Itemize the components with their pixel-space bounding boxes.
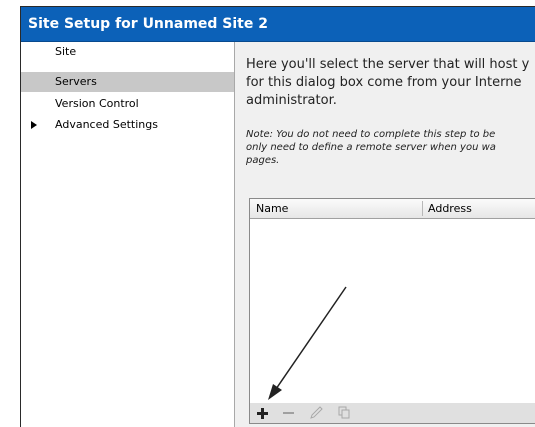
- column-divider[interactable]: [422, 201, 423, 216]
- column-header-name[interactable]: Name: [256, 202, 288, 215]
- site-setup-dialog: Site Setup for Unnamed Site 2 Site Serve…: [20, 6, 535, 427]
- sidebar-item-label: Advanced Settings: [55, 118, 158, 131]
- duplicate-icon: [338, 406, 350, 419]
- servers-description: Here you'll select the server that will …: [246, 57, 530, 108]
- sidebar-item-version-control[interactable]: Version Control: [21, 94, 234, 114]
- sidebar-item-advanced-settings[interactable]: Advanced Settings: [21, 115, 234, 135]
- servers-note: Note: You do not need to complete this s…: [246, 129, 496, 166]
- sidebar-item-servers[interactable]: Servers: [21, 72, 234, 92]
- duplicate-server-button[interactable]: [336, 405, 354, 421]
- category-sidebar: Site Servers Version Control Advanced Se…: [21, 42, 235, 427]
- dialog-title: Site Setup for Unnamed Site 2: [28, 16, 268, 32]
- title-bar: Site Setup for Unnamed Site 2: [21, 7, 535, 42]
- pencil-icon: [310, 406, 323, 419]
- server-list-table[interactable]: Name Address: [249, 198, 535, 405]
- server-list-toolbar: [249, 403, 535, 424]
- sidebar-item-label: Site: [55, 45, 77, 58]
- plus-icon-stem: [261, 408, 264, 419]
- table-header: Name Address: [250, 199, 535, 219]
- sidebar-item-label: Version Control: [55, 97, 139, 110]
- column-header-address[interactable]: Address: [428, 202, 472, 215]
- sidebar-item-site[interactable]: Site: [21, 42, 234, 62]
- remove-server-button[interactable]: [280, 405, 298, 421]
- expand-triangle-icon[interactable]: [31, 121, 37, 129]
- servers-panel: Here you'll select the server that will …: [235, 42, 535, 427]
- edit-server-button[interactable]: [308, 405, 326, 421]
- minus-icon: [283, 412, 294, 414]
- add-server-button[interactable]: [254, 405, 272, 421]
- sidebar-item-label: Servers: [55, 75, 97, 88]
